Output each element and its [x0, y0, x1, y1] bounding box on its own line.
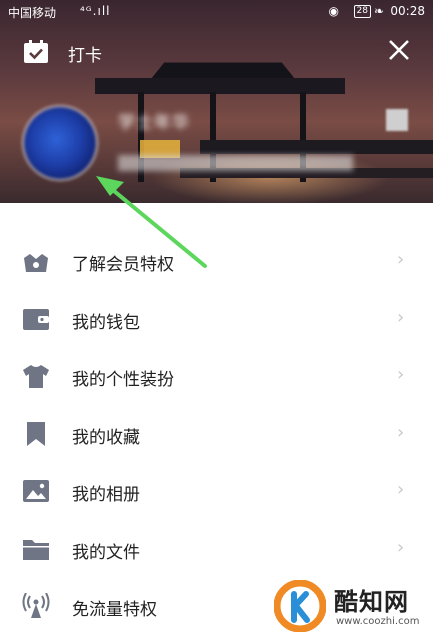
- bookmark-icon: [27, 421, 45, 446]
- menu-item-label: 我的文件: [72, 542, 140, 563]
- chevron-right-icon: ›: [397, 306, 405, 328]
- menu-item-label: 我的相册: [72, 485, 140, 505]
- background-bridge: [200, 140, 433, 154]
- vip-crown-icon: [24, 254, 48, 272]
- chevron-right-icon: ›: [397, 536, 405, 558]
- menu-item-label: 免流量特权: [72, 600, 157, 620]
- avatar[interactable]: [24, 107, 96, 179]
- menu-item-album[interactable]: 我的相册 ›: [0, 462, 433, 520]
- menu-item-label: 我的收藏: [72, 427, 140, 448]
- battery-level: 28: [353, 5, 371, 18]
- menu-item-files[interactable]: 我的文件 ›: [0, 520, 433, 578]
- shirt-icon: [23, 365, 49, 388]
- wallet-icon: [23, 308, 49, 330]
- chevron-right-icon: ›: [397, 249, 405, 270]
- menu-item-label: 我的个性装扮: [72, 370, 174, 390]
- background-pavilion-eave: [95, 78, 345, 94]
- menu-item-label: 我的钱包: [72, 312, 140, 333]
- drawer-menu: 了解会员特权 › 我的钱包 › 我的个性装扮 › 我的收藏 › 我的相册 › 我…: [0, 232, 433, 635]
- eye-icon: ◉: [328, 4, 339, 18]
- menu-item-vip-privileges[interactable]: 了解会员特权 ›: [0, 232, 433, 290]
- watermark-url: www.coozhi.com: [336, 616, 420, 627]
- close-icon[interactable]: [387, 38, 411, 62]
- watermark: 酷知网 www.coozhi.com: [274, 576, 433, 638]
- signal-tower-icon: [22, 593, 50, 618]
- menu-item-label: 了解会员特权: [72, 255, 174, 275]
- carrier-label: 中国移动: [8, 6, 57, 20]
- leaf-icon: ❧: [373, 4, 384, 18]
- signal-indicator: ⁴ᴳ.ıll: [80, 4, 111, 18]
- qr-code-icon[interactable]: [386, 109, 408, 131]
- folder-icon: [23, 539, 49, 560]
- menu-item-favorites[interactable]: 我的收藏 ›: [0, 405, 433, 463]
- photo-icon: [23, 480, 49, 502]
- coozhi-logo-icon: [274, 580, 326, 632]
- nickname[interactable]: 学士年华: [118, 108, 190, 133]
- menu-item-wallet[interactable]: 我的钱包 ›: [0, 290, 433, 348]
- chevron-right-icon: ›: [397, 479, 405, 500]
- menu-item-personal-dressup[interactable]: 我的个性装扮 ›: [0, 347, 433, 405]
- checkin-title[interactable]: 打卡: [68, 41, 102, 66]
- chevron-right-icon: ›: [397, 364, 405, 385]
- checkin-calendar-icon[interactable]: [23, 40, 49, 64]
- signature-text: [118, 155, 353, 171]
- clock: 00:28: [390, 4, 425, 18]
- profile-header: 中国移动 ⁴ᴳ.ıll ◉ 28 ❧ 00:28 打卡 学士年华: [0, 0, 433, 203]
- status-bar: 中国移动 ⁴ᴳ.ıll ◉ 28 ❧ 00:28: [0, 0, 433, 26]
- watermark-name: 酷知网: [334, 588, 409, 616]
- top-bar: 打卡: [0, 28, 433, 74]
- chevron-right-icon: ›: [397, 421, 405, 443]
